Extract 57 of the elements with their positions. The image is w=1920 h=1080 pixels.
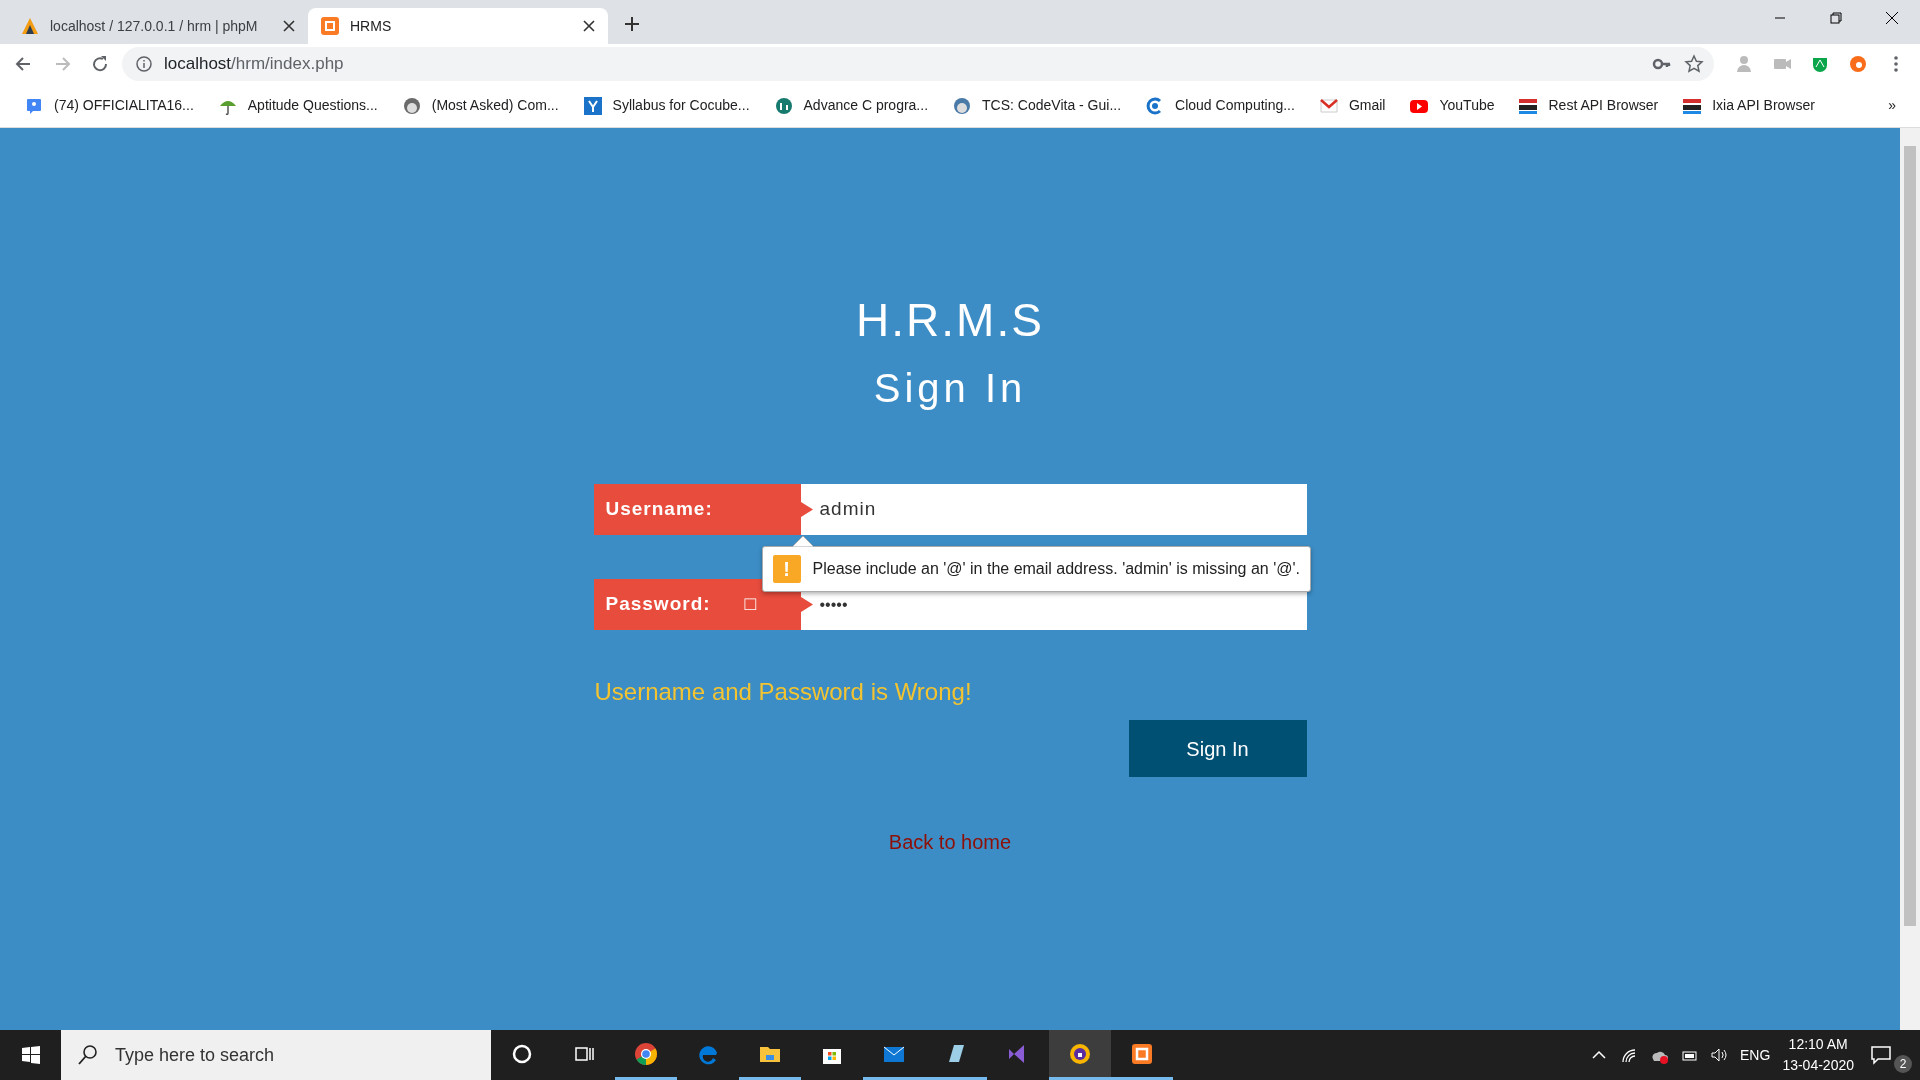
star-icon[interactable] xyxy=(1684,54,1704,74)
restore-icon[interactable] xyxy=(1828,10,1844,26)
info-icon xyxy=(136,56,152,72)
username-field[interactable]: admin xyxy=(813,484,1307,536)
search-placeholder: Type here to search xyxy=(115,1043,275,1067)
bookmark[interactable]: Cloud Computing... xyxy=(1135,91,1305,120)
close-icon[interactable] xyxy=(1884,10,1900,26)
browser-tab[interactable]: HRMS xyxy=(308,8,608,44)
chrome-icon xyxy=(634,1041,658,1066)
bookmark[interactable]: (Most Asked) Com... xyxy=(391,91,569,120)
app-logo-icon xyxy=(320,16,340,36)
cartoon-head-icon xyxy=(401,95,422,116)
tooltip-text: Please include an '@' in the email address. 'admin' is missing an '@'. xyxy=(812,559,1300,580)
browser-tab[interactable]: localhost / 127.0.0.1 / hrm | phpM xyxy=(8,8,308,44)
notification-icon[interactable] xyxy=(1870,1044,1892,1066)
missing-glyph: □ xyxy=(744,592,758,617)
error-message: Username and Password is Wrong! xyxy=(594,677,973,708)
plus-icon[interactable] xyxy=(624,16,640,32)
bookmark[interactable]: Gmail xyxy=(1308,91,1396,120)
url-text: localhost/hrm/index.php xyxy=(164,53,344,76)
bookmark[interactable]: Syllabus for Cocube... xyxy=(572,91,760,120)
round-logo-icon xyxy=(773,95,794,116)
address-bar[interactable]: localhost/hrm/index.php xyxy=(122,47,1714,81)
round-logo-icon[interactable] xyxy=(1848,54,1868,74)
clock-time[interactable]: 12:10 AM xyxy=(1782,1034,1854,1055)
page-title: H.R.M.S xyxy=(856,293,1044,348)
app-logo-icon xyxy=(1130,1041,1154,1066)
warning-icon: ! xyxy=(772,555,801,584)
field-label-text: Username: xyxy=(605,497,713,522)
bookmark[interactable]: Aptitude Questions... xyxy=(207,91,388,120)
language-indicator[interactable]: ENG xyxy=(1740,1044,1771,1066)
cartoon-head-icon xyxy=(952,95,973,116)
reload-icon[interactable] xyxy=(90,54,110,74)
more-bookmarks-button[interactable]: » xyxy=(1878,91,1906,120)
search-icon xyxy=(77,1044,99,1066)
scrollbar[interactable] xyxy=(1900,128,1920,1030)
y-logo-icon xyxy=(582,95,603,116)
shield-logo-icon xyxy=(1068,1041,1092,1066)
bookmark[interactable]: (74) OFFICIALITA16... xyxy=(14,91,204,120)
page-subtitle: Sign In xyxy=(873,365,1027,413)
taskbar-search[interactable]: Type here to search xyxy=(61,1030,491,1080)
bookmark[interactable]: YouTube xyxy=(1399,91,1505,120)
triangle-logo-icon xyxy=(20,16,40,36)
scrollbar-thumb[interactable] xyxy=(1904,146,1916,926)
close-icon[interactable] xyxy=(582,19,596,33)
taskbar-app[interactable] xyxy=(1049,1030,1111,1080)
windows-icon[interactable] xyxy=(20,1045,41,1065)
speaker-icon[interactable] xyxy=(1710,1046,1729,1064)
notification-count: 2 xyxy=(1894,1055,1912,1073)
bookmark[interactable]: Ixia API Browser xyxy=(1672,91,1825,120)
bookmark[interactable]: Rest API Browser xyxy=(1508,91,1669,120)
bookmark[interactable]: TCS: CodeVita - Gui... xyxy=(942,91,1132,120)
field-label-text: Password: xyxy=(605,592,711,617)
close-icon[interactable] xyxy=(282,19,296,33)
sign-in-button[interactable]: Sign In xyxy=(1128,720,1307,778)
clock-date[interactable]: 13-04-2020 xyxy=(1782,1055,1854,1076)
bookmark[interactable]: Advance C progra... xyxy=(763,91,939,120)
